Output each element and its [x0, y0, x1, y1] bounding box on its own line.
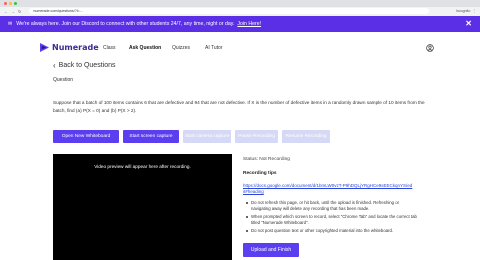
- list-item: Do not post question text or other copyr…: [246, 228, 419, 234]
- recording-tips-list: Do not refresh this page, or hit back, u…: [246, 200, 419, 236]
- back-to-questions-link[interactable]: ‹ Back to Questions: [53, 61, 115, 70]
- upload-and-finish-button[interactable]: Upload and Finish: [243, 243, 299, 257]
- reload-icon[interactable]: ↻: [18, 9, 21, 14]
- close-window-icon[interactable]: [4, 2, 7, 5]
- back-icon[interactable]: ←: [4, 9, 8, 14]
- menu-icon[interactable]: ⋮: [472, 9, 476, 13]
- user-icon[interactable]: [426, 44, 434, 52]
- recording-controls: Open New Whiteboard Start screen capture…: [53, 130, 330, 143]
- banner-text: We're always here. Join our Discord to c…: [16, 21, 235, 27]
- list-item: When prompted which screen to record, se…: [246, 214, 419, 226]
- start-camera-capture-button[interactable]: Start camera capture: [183, 130, 231, 143]
- close-icon[interactable]: ✕: [465, 19, 472, 28]
- pause-recording-button[interactable]: Pause Recording: [235, 130, 278, 143]
- chevron-left-icon: ‹: [53, 61, 56, 70]
- list-item: Do not refresh this page, or hit back, u…: [246, 200, 419, 212]
- question-text: Suppose that a batch of 100 items contai…: [53, 100, 425, 113]
- resume-recording-button[interactable]: Resume Recording: [282, 130, 330, 143]
- discord-icon: ✉: [8, 21, 13, 27]
- top-navigation: Numerade Class Ask Question Quizzes AI T…: [0, 32, 480, 62]
- logo-text: Numerade: [52, 43, 99, 52]
- recording-status: Status: Not Recording: [243, 157, 290, 162]
- nav-quizzes[interactable]: Quizzes: [172, 45, 190, 51]
- join-here-link[interactable]: Join Here!: [237, 21, 261, 27]
- start-screen-capture-button[interactable]: Start screen capture: [123, 130, 179, 143]
- back-label: Back to Questions: [58, 62, 116, 69]
- nav-class[interactable]: Class: [103, 45, 116, 51]
- video-preview-message: Video preview will appear here after rec…: [94, 164, 191, 169]
- logo[interactable]: Numerade: [40, 43, 99, 52]
- nav-ai-tutor[interactable]: AI Tutor: [205, 45, 223, 51]
- forward-icon[interactable]: →: [11, 9, 15, 14]
- profile-label[interactable]: Incognito: [456, 9, 471, 13]
- question-heading: Question: [53, 77, 74, 83]
- open-whiteboard-button[interactable]: Open New Whiteboard: [53, 130, 119, 143]
- url-field[interactable]: numerade.com/questions/?l=...: [29, 8, 430, 14]
- discord-banner: ✉ We're always here. Join our Discord to…: [0, 16, 480, 32]
- address-bar-row: ← → ↻ numerade.com/questions/?l=... Inco…: [0, 7, 480, 15]
- recording-tips-link[interactable]: https://docs.google.com/document/d/1bmLW…: [243, 183, 413, 195]
- minimize-window-icon[interactable]: [9, 2, 12, 5]
- url-text: numerade.com/questions/?l=...: [33, 9, 83, 13]
- nav-ask-question[interactable]: Ask Question: [129, 45, 161, 51]
- browser-tabstrip: [0, 0, 480, 7]
- video-preview: Video preview will appear here after rec…: [53, 154, 232, 260]
- numerade-logo-icon: [40, 43, 49, 52]
- recording-tips-heading: Recording tips: [243, 171, 277, 176]
- maximize-window-icon[interactable]: [14, 2, 17, 5]
